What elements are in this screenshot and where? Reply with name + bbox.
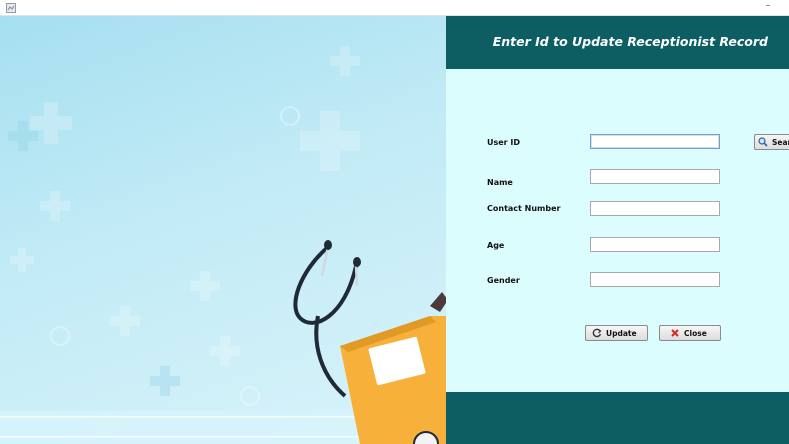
close-button-label: Close <box>684 328 707 338</box>
name-label: Name <box>487 178 513 187</box>
search-icon <box>758 137 768 147</box>
panel-footer <box>446 392 789 444</box>
gender-input[interactable] <box>590 272 720 287</box>
page-title: Enter Id to Update Receptionist Record <box>492 34 768 49</box>
close-button[interactable]: Close <box>659 325 721 341</box>
gender-label: Gender <box>487 276 520 285</box>
search-button-label: Search <box>772 137 789 147</box>
search-button[interactable]: Search <box>754 134 789 150</box>
window-titlebar: – <box>0 0 789 16</box>
update-button[interactable]: Update <box>585 325 648 341</box>
update-button-label: Update <box>606 328 637 338</box>
user-id-input[interactable] <box>590 134 720 149</box>
contact-number-label: Contact Number <box>487 204 561 213</box>
close-icon <box>671 329 679 337</box>
contact-number-input[interactable] <box>590 201 720 216</box>
clipboard-icon <box>340 292 446 444</box>
user-id-label: User ID <box>487 138 521 147</box>
refresh-icon <box>592 328 602 338</box>
name-input[interactable] <box>590 169 720 184</box>
panel-header: Enter Id to Update Receptionist Record <box>446 16 789 69</box>
background-illustration <box>0 46 446 444</box>
minimize-button[interactable]: – <box>761 0 775 14</box>
java-app-icon <box>6 3 16 13</box>
age-label: Age <box>487 241 505 250</box>
stethoscope-clipboard-illustration <box>0 16 446 444</box>
age-input[interactable] <box>590 237 720 252</box>
update-receptionist-panel: Enter Id to Update Receptionist Record U… <box>446 16 789 444</box>
